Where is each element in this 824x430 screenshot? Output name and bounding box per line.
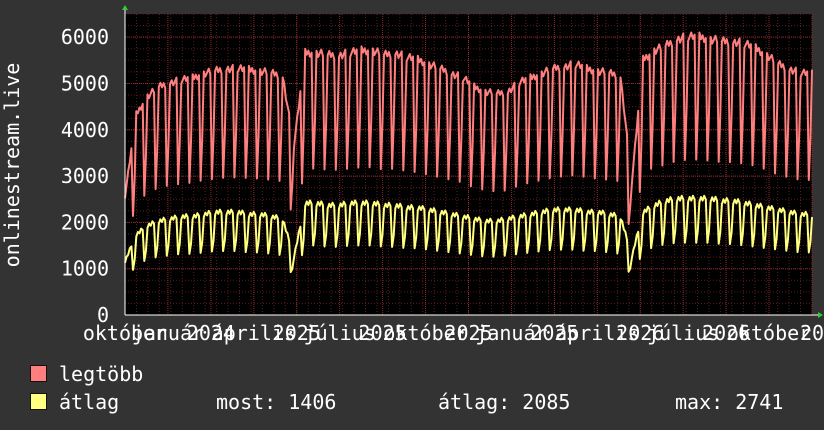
y-tick-label: 4000 — [61, 118, 109, 142]
stat-average: átlag: 2085 — [438, 390, 570, 414]
x-axis-arrow — [818, 312, 823, 318]
y-axis-title-wrap: onlinestream.live — [0, 0, 26, 330]
y-tick-label: 6000 — [61, 25, 109, 49]
traffic-chart: októberjanuár2024április2025július2025ok… — [61, 5, 824, 345]
y-tick-label: 1000 — [61, 257, 109, 281]
stat-average-value: 2085 — [522, 390, 571, 414]
stat-max-value: 2741 — [735, 390, 784, 414]
stat-current-label: most: — [216, 390, 277, 414]
y-axis-arrow — [122, 5, 128, 10]
legend-entry-avg: átlag — [30, 390, 119, 414]
y-tick-label: 2000 — [61, 210, 109, 234]
grid — [124, 13, 813, 316]
legend-label-avg: átlag — [59, 390, 120, 414]
stat-current: most: 1406 — [216, 390, 336, 414]
stat-max: max: 2741 — [675, 390, 783, 414]
x-tick-label: október — [727, 321, 811, 345]
stat-max-label: max: — [675, 390, 724, 414]
y-tick-label: 5000 — [61, 71, 109, 95]
y-tick-label: 3000 — [61, 164, 109, 188]
legend-entry-max: legtöbb — [30, 362, 143, 386]
y-tick-label: 0 — [97, 303, 109, 327]
legend-label-max: legtöbb — [59, 362, 144, 386]
y-axis-title: onlinestream.live — [0, 62, 24, 268]
stat-average-label: átlag: — [438, 390, 511, 414]
x-tick-label: 20 — [800, 321, 824, 345]
stat-current-value: 1406 — [288, 390, 337, 414]
legend-swatch-max — [30, 365, 47, 382]
legend-swatch-avg — [30, 393, 47, 410]
